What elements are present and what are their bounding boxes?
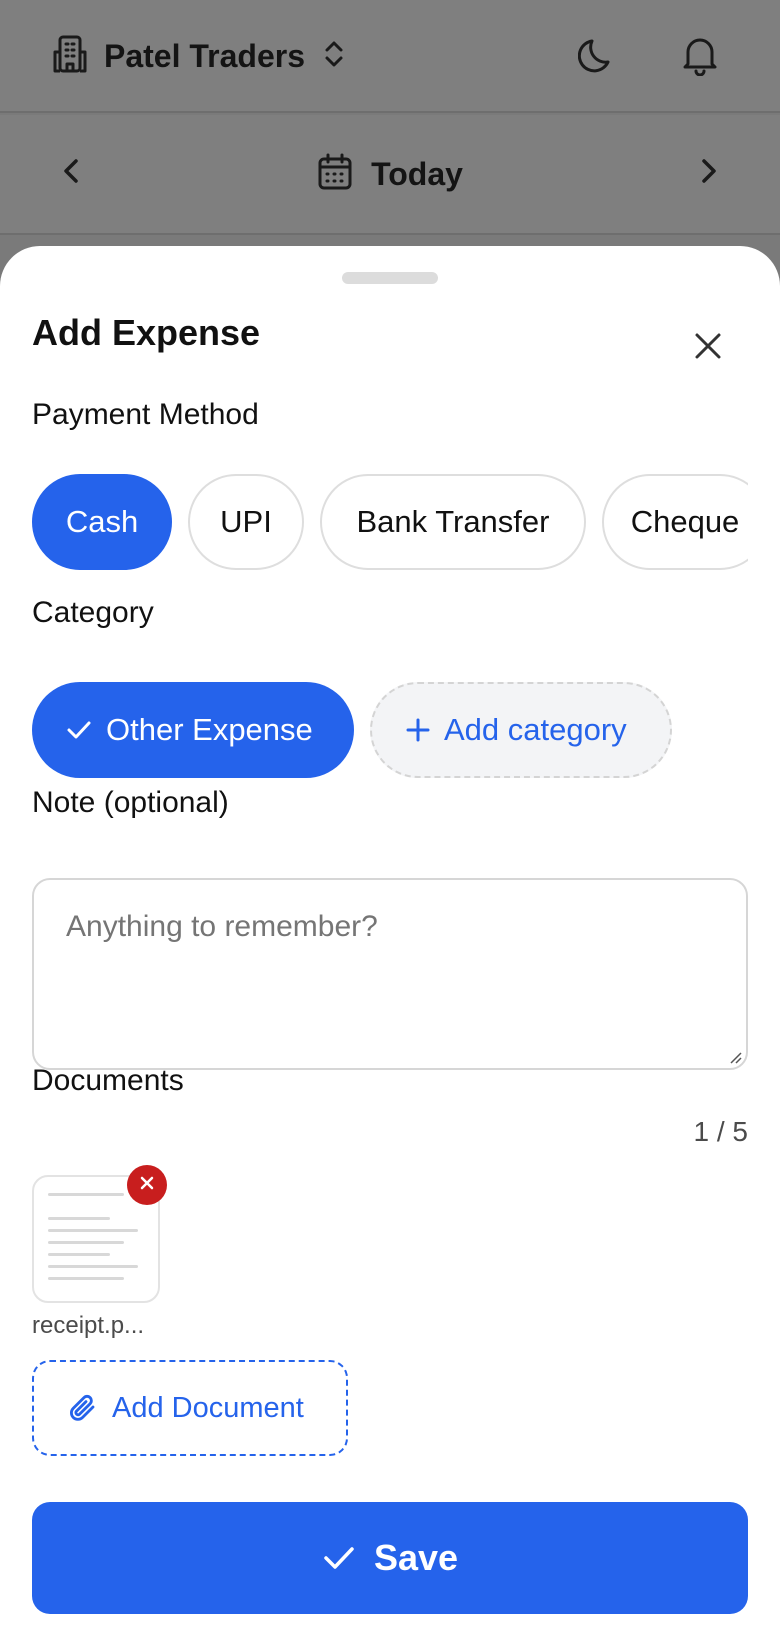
- payment-chip-upi[interactable]: UPI: [188, 474, 304, 570]
- app-header: Patel Traders: [0, 0, 780, 113]
- remove-document-button[interactable]: [127, 1165, 167, 1205]
- resize-grip-icon[interactable]: [728, 1050, 742, 1069]
- category-chip-other-expense[interactable]: Other Expense: [32, 682, 354, 778]
- check-icon: [66, 719, 92, 741]
- add-category-label: Add category: [444, 712, 627, 747]
- category-label: Category: [32, 596, 154, 629]
- payment-chip-cheque[interactable]: Cheque: [602, 474, 748, 570]
- payment-method-label: Payment Method: [32, 398, 259, 431]
- payment-method-chips: Cash UPI Bank Transfer Cheque: [32, 474, 748, 570]
- business-name[interactable]: Patel Traders: [104, 38, 305, 75]
- chevron-right-icon[interactable]: [698, 155, 718, 192]
- business-switcher[interactable]: Patel Traders: [52, 34, 345, 79]
- note-label: Note (optional): [32, 786, 229, 819]
- documents-count: 1 / 5: [693, 1116, 748, 1147]
- date-label[interactable]: Today: [371, 156, 463, 193]
- documents-label: Documents: [32, 1064, 184, 1097]
- add-expense-sheet: Add Expense Payment Method Cash UPI Bank…: [0, 246, 780, 1646]
- save-label: Save: [373, 1537, 459, 1578]
- sheet-title: Add Expense: [32, 312, 261, 353]
- date-navigator: Today: [0, 115, 780, 235]
- check-icon: [322, 1544, 356, 1572]
- plus-icon: [406, 718, 430, 742]
- chevron-up-down-icon: [323, 39, 345, 74]
- paperclip-icon: [68, 1393, 98, 1423]
- add-document-label: Add Document: [112, 1391, 304, 1424]
- add-category-button[interactable]: Add category: [370, 682, 672, 778]
- category-chip-label: Other Expense: [106, 712, 313, 747]
- sheet-drag-handle[interactable]: [342, 272, 438, 284]
- payment-chip-cash[interactable]: Cash: [32, 474, 172, 570]
- payment-chip-bank-transfer[interactable]: Bank Transfer: [320, 474, 586, 570]
- close-button[interactable]: [686, 326, 730, 370]
- close-icon: [694, 332, 722, 365]
- building-icon: [52, 34, 88, 79]
- bell-icon[interactable]: [680, 34, 720, 81]
- moon-icon[interactable]: [577, 34, 616, 81]
- note-input[interactable]: [32, 878, 748, 1070]
- close-icon: [139, 1175, 155, 1196]
- save-button[interactable]: Save: [32, 1502, 748, 1614]
- add-document-button[interactable]: Add Document: [32, 1360, 348, 1456]
- document-filename: receipt.p...: [32, 1312, 145, 1339]
- calendar-icon: [317, 153, 353, 196]
